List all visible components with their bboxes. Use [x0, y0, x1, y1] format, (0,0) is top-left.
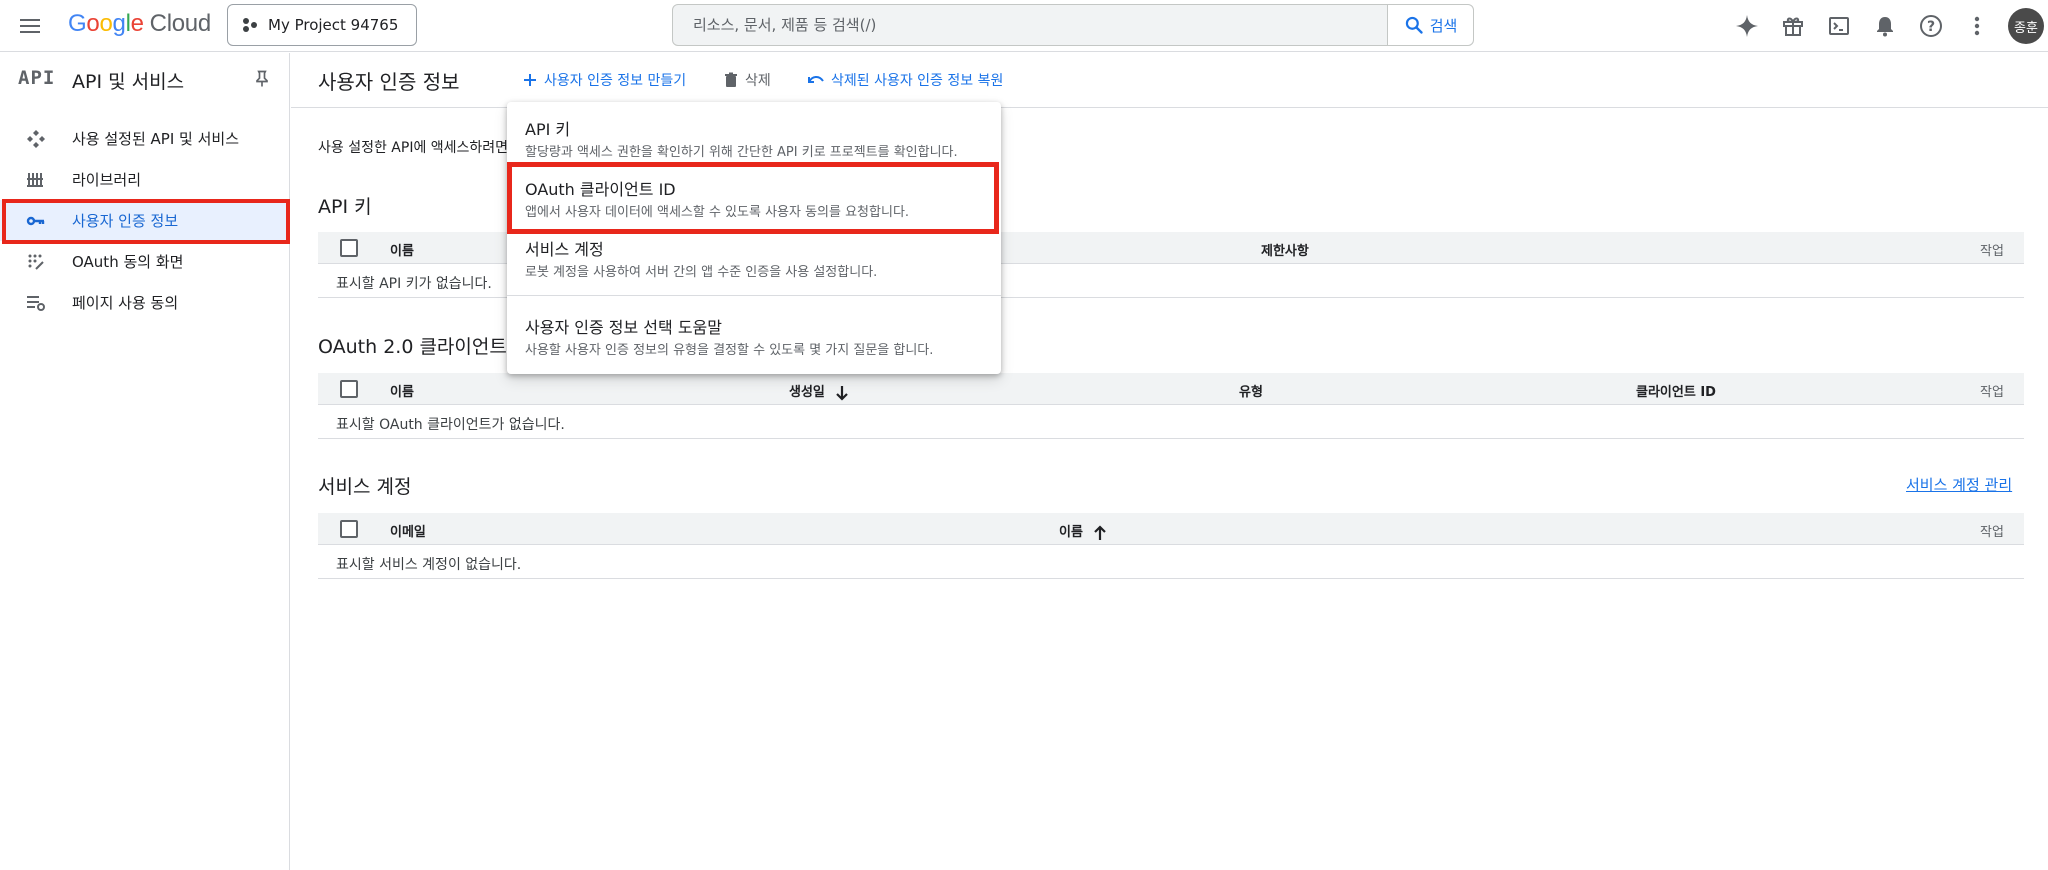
top-bar: GoogleCloud My Project 94765 검색 ?: [0, 0, 2048, 52]
menu-item-description: 사용할 사용자 인증 정보의 유형을 결정할 수 있도록 몇 가지 질문을 합니…: [525, 343, 934, 358]
column-header[interactable]: 이름: [390, 240, 414, 259]
menu-item-title: API 키: [525, 120, 571, 139]
oauth-clients-title: OAuth 2.0 클라이언트: [318, 336, 507, 358]
menu-item-api-key[interactable]: API 키 할당량과 액세스 권한을 확인하기 위해 간단한 API 키로 프로…: [507, 112, 1001, 170]
column-header: 작업: [1980, 244, 2004, 259]
restore-deleted-label: 삭제된 사용자 인증 정보 복원: [831, 73, 1004, 89]
search-bar: 검색: [672, 4, 1474, 46]
sidebar-item-oauth-consent[interactable]: OAuth 동의 화면: [0, 241, 290, 282]
sidebar-item-label: 페이지 사용 동의: [72, 294, 179, 312]
column-header: 제한사항: [1261, 244, 1309, 259]
delete-icon: [725, 72, 737, 87]
key-icon: [26, 216, 45, 226]
project-dots-icon: [242, 17, 258, 33]
manage-service-accounts-link[interactable]: 서비스 계정 관리: [1906, 474, 2012, 495]
column-header: 작업: [1980, 525, 2004, 540]
sort-ascending-icon: [1094, 524, 1106, 540]
page-usage-icon: [27, 296, 45, 311]
menu-item-oauth-client-id[interactable]: OAuth 클라이언트 ID 앱에서 사용자 데이터에 액세스할 수 있도록 사…: [507, 172, 1001, 230]
sort-descending-icon: [836, 385, 848, 401]
delete-button[interactable]: 삭제: [723, 70, 771, 90]
enabled-apis-icon: [27, 130, 45, 148]
sidebar-item-page-usage[interactable]: 페이지 사용 동의: [0, 282, 290, 323]
menu-item-description: 로봇 계정을 사용하여 서버 간의 앱 수준 인증을 사용 설정합니다.: [525, 265, 878, 280]
select-all-checkbox[interactable]: [340, 239, 358, 257]
gemini-sparkle-icon[interactable]: [1724, 8, 1770, 44]
api-keys-title: API 키: [318, 196, 372, 218]
column-header[interactable]: 이메일: [390, 521, 426, 540]
sidebar-title: API 및 서비스: [72, 71, 185, 93]
column-header: 작업: [1980, 385, 2004, 400]
menu-item-title: OAuth 클라이언트 ID: [525, 180, 676, 199]
sidebar-header: API API 및 서비스: [0, 53, 290, 103]
table-empty-row: 표시할 OAuth 클라이언트가 없습니다.: [318, 406, 2024, 439]
create-credentials-menu: API 키 할당량과 액세스 권한을 확인하기 위해 간단한 API 키로 프로…: [507, 102, 1001, 374]
oauth-table-header: 이름 생성일 유형 클라이언트 ID 작업: [318, 373, 2024, 405]
notifications-icon[interactable]: [1862, 8, 1908, 44]
select-all-checkbox[interactable]: [340, 380, 358, 398]
add-icon: [524, 74, 536, 86]
column-header-created[interactable]: 생성일: [789, 381, 849, 401]
pin-icon[interactable]: [252, 69, 272, 89]
gift-icon[interactable]: [1770, 8, 1816, 44]
search-input[interactable]: [673, 5, 1387, 45]
service-accounts-title: 서비스 계정: [318, 476, 412, 498]
empty-message: 표시할 서비스 계정이 없습니다.: [336, 557, 522, 573]
description-text: 사용 설정한 API에 액세스하려면: [318, 140, 509, 156]
api-logo: API: [18, 67, 56, 89]
sidebar-item-label: 사용자 인증 정보: [72, 212, 179, 230]
service-accounts-table-header: 이메일 이름 작업: [318, 513, 2024, 545]
cloud-shell-icon[interactable]: [1816, 8, 1862, 44]
page-title: 사용자 인증 정보: [318, 70, 460, 94]
project-picker-button[interactable]: My Project 94765: [227, 4, 417, 46]
table-empty-row: 표시할 서비스 계정이 없습니다.: [318, 546, 2024, 579]
search-button[interactable]: 검색: [1387, 5, 1473, 45]
sidebar-item-label: OAuth 동의 화면: [72, 253, 184, 271]
sidebar-item-library[interactable]: 라이브러리: [0, 159, 290, 200]
oauth-consent-icon: [28, 254, 44, 270]
help-icon[interactable]: ?: [1908, 8, 1954, 44]
select-all-checkbox[interactable]: [340, 520, 358, 538]
library-icon: [27, 173, 43, 187]
menu-item-description: 할당량과 액세스 권한을 확인하기 위해 간단한 API 키로 프로젝트를 확인…: [525, 145, 958, 160]
column-header-label: 이름: [1059, 525, 1083, 540]
main-menu-icon[interactable]: [18, 14, 42, 38]
sidebar-item-enabled-apis[interactable]: 사용 설정된 API 및 서비스: [0, 118, 290, 159]
sidebar-item-label: 사용 설정된 API 및 서비스: [72, 130, 240, 148]
column-header[interactable]: 클라이언트 ID: [1636, 381, 1716, 400]
google-cloud-logo[interactable]: Google Cloud: [68, 10, 211, 38]
menu-item-title: 사용자 인증 정보 선택 도움말: [525, 318, 722, 337]
column-header[interactable]: 이름: [390, 381, 414, 400]
menu-item-credentials-help[interactable]: 사용자 인증 정보 선택 도움말 사용할 사용자 인증 정보의 유형을 결정할 …: [507, 310, 1001, 368]
page-header: 사용자 인증 정보 사용자 인증 정보 만들기 삭제 삭제된 사용자 인증 정보…: [291, 53, 2048, 108]
sidebar: API API 및 서비스 사용 설정된 API 및 서비스 라이브러리 사용자…: [0, 53, 290, 870]
more-vert-icon[interactable]: [1954, 8, 2000, 44]
svg-text:?: ?: [1927, 19, 1935, 35]
column-header-label: 생성일: [789, 385, 825, 400]
column-header-name[interactable]: 이름: [1059, 521, 1107, 541]
search-button-label: 검색: [1429, 16, 1458, 35]
create-credentials-button[interactable]: 사용자 인증 정보 만들기: [522, 70, 686, 90]
create-credentials-label: 사용자 인증 정보 만들기: [544, 73, 687, 89]
delete-label: 삭제: [745, 73, 771, 89]
avatar[interactable]: 종훈: [2008, 8, 2044, 44]
undo-icon: [808, 76, 824, 83]
column-header[interactable]: 유형: [1239, 381, 1263, 400]
sidebar-item-label: 라이브러리: [72, 171, 142, 189]
project-name: My Project 94765: [268, 16, 399, 34]
search-icon: [1405, 16, 1423, 34]
menu-item-service-account[interactable]: 서비스 계정 로봇 계정을 사용하여 서버 간의 앱 수준 인증을 사용 설정합…: [507, 232, 1001, 290]
empty-message: 표시할 API 키가 없습니다.: [336, 276, 492, 292]
empty-message: 표시할 OAuth 클라이언트가 없습니다.: [336, 417, 565, 433]
sidebar-nav: 사용 설정된 API 및 서비스 라이브러리 사용자 인증 정보 OAuth 동…: [0, 118, 290, 323]
sidebar-item-credentials[interactable]: 사용자 인증 정보: [0, 200, 290, 241]
menu-item-title: 서비스 계정: [525, 240, 604, 259]
restore-deleted-button[interactable]: 삭제된 사용자 인증 정보 복원: [807, 70, 1003, 90]
menu-divider: [507, 295, 1001, 296]
menu-item-description: 앱에서 사용자 데이터에 액세스할 수 있도록 사용자 동의를 요청합니다.: [525, 205, 910, 220]
top-icons: ? 종훈: [1724, 8, 2048, 44]
